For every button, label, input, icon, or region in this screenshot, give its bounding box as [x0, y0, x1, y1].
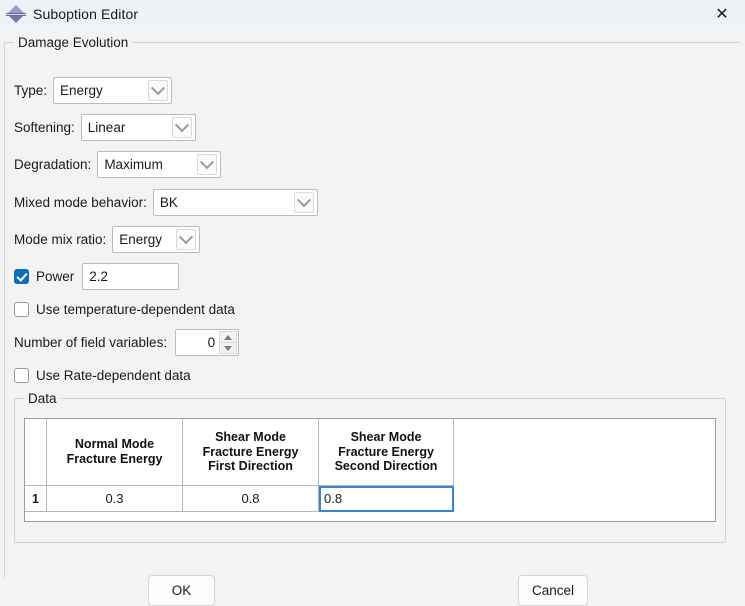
- cell-normal-mode-fracture-energy[interactable]: 0.3: [46, 485, 183, 512]
- close-icon[interactable]: ✕: [699, 0, 745, 28]
- degradation-label: Degradation:: [14, 157, 92, 172]
- temperature-dependent-label: Use temperature-dependent data: [36, 302, 235, 317]
- field-temperature-dependent[interactable]: Use temperature-dependent data: [14, 302, 241, 317]
- rate-dependent-checkbox[interactable]: [14, 368, 29, 383]
- chevron-down-icon: [148, 80, 169, 101]
- abaqus-diamond-icon: [6, 4, 26, 24]
- chevron-down-icon: [176, 229, 197, 250]
- row-index-cell: 1: [25, 485, 47, 512]
- degradation-value: Maximum: [104, 157, 163, 172]
- degradation-combobox[interactable]: Maximum: [97, 151, 222, 178]
- column-header-shear-mode-fracture-energy-first-direction[interactable]: Shear Mode Fracture Energy First Directi…: [182, 419, 319, 486]
- header-line: First Direction: [208, 459, 293, 474]
- table-corner-cell: [25, 419, 47, 486]
- chevron-down-icon: [293, 192, 314, 213]
- field-softening: Softening: Linear: [14, 114, 196, 141]
- header-line: Second Direction: [334, 459, 438, 474]
- column-header-normal-mode-fracture-energy[interactable]: Normal Mode Fracture Energy: [46, 419, 183, 486]
- mode-mix-ratio-value: Energy: [119, 232, 163, 247]
- header-line: Fracture Energy: [202, 444, 299, 459]
- mixed-mode-behavior-label: Mixed mode behavior:: [14, 195, 147, 210]
- header-line: Shear Mode: [215, 429, 286, 444]
- header-line: Fracture Energy: [338, 444, 434, 459]
- power-label: Power: [36, 269, 75, 284]
- power-input[interactable]: 2.2: [82, 263, 180, 290]
- field-number-of-field-variables: Number of field variables: 0: [14, 329, 240, 356]
- title-bar: Suboption Editor ✕: [0, 0, 745, 28]
- window-title: Suboption Editor: [33, 6, 139, 22]
- field-mode-mix-ratio: Mode mix ratio: Energy: [14, 226, 201, 253]
- damage-evolution-legend: Damage Evolution: [14, 35, 133, 50]
- header-line: Normal Mode: [74, 437, 155, 452]
- rate-dependent-label: Use Rate-dependent data: [36, 368, 191, 383]
- field-variables-stepper[interactable]: 0: [175, 329, 240, 356]
- softening-value: Linear: [87, 120, 126, 135]
- chevron-down-icon: [197, 154, 218, 175]
- cell-shear-mode-fracture-energy-second-direction[interactable]: 0.8: [318, 485, 454, 512]
- type-value: Energy: [60, 83, 103, 98]
- stepper-up-icon[interactable]: [219, 331, 238, 342]
- mode-mix-ratio-label: Mode mix ratio:: [14, 232, 107, 247]
- field-variables-label: Number of field variables:: [14, 335, 168, 350]
- column-header-shear-mode-fracture-energy-second-direction[interactable]: Shear Mode Fracture Energy Second Direct…: [318, 419, 454, 486]
- field-power: Power 2.2: [14, 263, 180, 290]
- data-table-container[interactable]: Normal Mode Fracture Energy Shear Mode F…: [24, 418, 716, 522]
- mixed-mode-behavior-combobox[interactable]: BK: [152, 189, 318, 216]
- field-variables-value: 0: [207, 335, 216, 350]
- header-line: Fracture Energy: [66, 452, 163, 466]
- stepper-buttons[interactable]: [219, 331, 238, 354]
- type-label: Type:: [14, 83, 48, 98]
- softening-combobox[interactable]: Linear: [80, 114, 196, 141]
- ok-button[interactable]: OK: [148, 575, 215, 606]
- softening-label: Softening:: [14, 120, 75, 135]
- data-legend: Data: [24, 391, 61, 406]
- table-header-row: Normal Mode Fracture Energy Shear Mode F…: [25, 419, 454, 486]
- table-row: 1 0.3 0.8 0.8: [25, 485, 454, 512]
- chevron-down-icon: [171, 117, 192, 138]
- field-mixed-mode-behavior: Mixed mode behavior: BK: [14, 189, 318, 216]
- data-table: Normal Mode Fracture Energy Shear Mode F…: [25, 419, 454, 512]
- field-degradation: Degradation: Maximum: [14, 151, 222, 178]
- mixed-mode-behavior-value: BK: [159, 195, 178, 210]
- stepper-down-icon[interactable]: [219, 342, 238, 354]
- cell-shear-mode-fracture-energy-first-direction[interactable]: 0.8: [182, 485, 319, 512]
- field-type: Type: Energy: [14, 77, 173, 104]
- type-combobox[interactable]: Energy: [53, 77, 173, 104]
- mode-mix-ratio-combobox[interactable]: Energy: [112, 226, 201, 253]
- cancel-button[interactable]: Cancel: [518, 575, 588, 606]
- field-rate-dependent[interactable]: Use Rate-dependent data: [14, 368, 197, 383]
- power-checkbox[interactable]: [14, 269, 29, 284]
- header-line: Shear Mode: [350, 429, 422, 444]
- temperature-dependent-checkbox[interactable]: [14, 302, 29, 317]
- close-glyph: ✕: [715, 4, 729, 23]
